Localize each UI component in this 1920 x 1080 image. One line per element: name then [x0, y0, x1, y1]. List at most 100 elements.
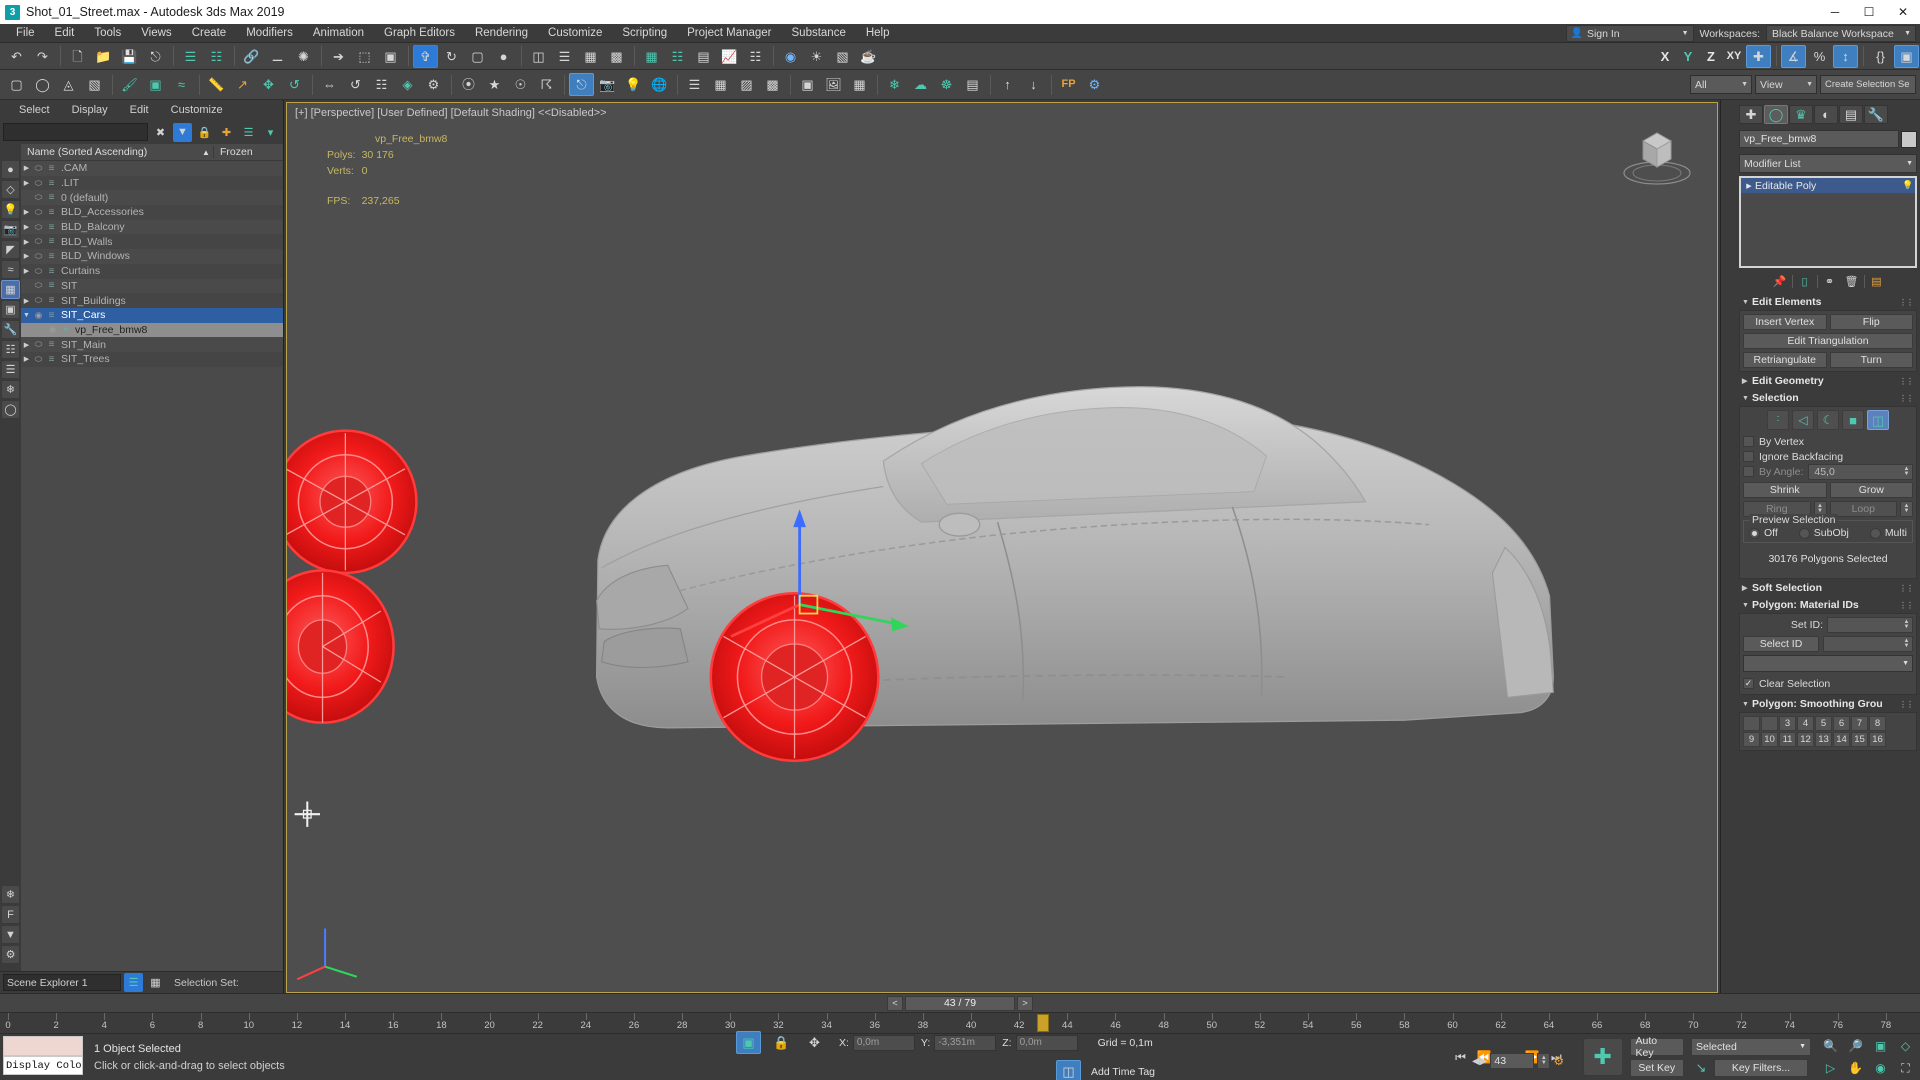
curve-editor-button[interactable]: 📈	[717, 45, 742, 68]
manage-layers-button[interactable]: ☷	[665, 45, 690, 68]
smoothing-group-cell[interactable]: 5	[1815, 716, 1832, 731]
se-menu-customize[interactable]: Customize	[160, 104, 234, 116]
filter-lights-icon[interactable]: 💡	[1, 200, 20, 219]
visibility-icon[interactable]: ⬭	[32, 295, 45, 306]
smoothing-group-cell[interactable]	[1761, 716, 1778, 731]
menu-modifiers[interactable]: Modifiers	[236, 24, 303, 43]
smoothing-group-cell[interactable]: 11	[1779, 732, 1796, 747]
layers-icon[interactable]: ☰	[239, 123, 258, 142]
list-view-button[interactable]: ☰	[682, 73, 707, 96]
reference-coordinate-combo[interactable]: View ▼	[1755, 75, 1817, 94]
modifier-stack-item[interactable]: ▶ Editable Poly 💡	[1741, 178, 1915, 193]
expand-triangle-icon[interactable]: ▶	[21, 355, 32, 363]
frame-step-icon[interactable]: ◀▶	[1472, 1056, 1487, 1067]
menu-views[interactable]: Views	[131, 24, 181, 43]
expand-triangle-icon[interactable]: ▶	[21, 341, 32, 349]
rollout-header-soft-selection[interactable]: ▶ Soft Selection ⋮⋮	[1739, 580, 1917, 596]
axis-constraint-x[interactable]: X	[1654, 45, 1676, 68]
visibility-icon[interactable]: ⬭	[32, 280, 45, 291]
modifier-stack[interactable]: ▶ Editable Poly 💡	[1739, 176, 1917, 268]
zoom-icon[interactable]: 🔍	[1820, 1037, 1841, 1056]
grid-view-button[interactable]: ▦	[708, 73, 733, 96]
insert-vertex-button[interactable]: Insert Vertex	[1743, 314, 1827, 330]
visibility-icon[interactable]: ⬭	[32, 354, 45, 365]
y-input[interactable]	[934, 1034, 997, 1051]
scene-explorer-row[interactable]: ▶ ⬭ ≡ SIT_Trees	[21, 351, 283, 367]
angle-snap-button[interactable]: ∡	[1781, 44, 1806, 68]
smoothing-group-cell[interactable]: 10	[1761, 732, 1778, 747]
smoothing-group-cell[interactable]: 8	[1869, 716, 1886, 731]
percent-snap-button[interactable]: %	[1807, 45, 1832, 68]
spinner-arrows-icon[interactable]: ▲ ▼	[1902, 502, 1911, 516]
rollout-header-smoothing-groups[interactable]: ▼ Polygon: Smoothing Grou ⋮⋮	[1739, 696, 1917, 712]
visibility-icon[interactable]: ⬭	[32, 178, 45, 189]
poly-tools-button[interactable]: ▣	[143, 73, 168, 96]
filter-shapes-icon[interactable]: ◇	[1, 180, 20, 199]
axis-constraint-xy[interactable]: XY	[1723, 45, 1745, 68]
frame-display[interactable]: 43 / 79	[905, 995, 1015, 1011]
quick-align-button[interactable]: ▦	[578, 45, 603, 68]
scene-explorer-row[interactable]: ▶ ⬭ ≡ SIT_Main	[21, 337, 283, 352]
select-object-mode-button[interactable]: ⎋	[569, 73, 594, 96]
smoothing-group-cell[interactable]: 3	[1779, 716, 1796, 731]
scene-explorer-row[interactable]: ▶ ⬭ ≡ BLD_Walls	[21, 234, 283, 250]
scene-explorer-row[interactable]: ▶ ⬭ ≡ BLD_Balcony	[21, 220, 283, 235]
preview-multi-radio[interactable]: Multi	[1869, 527, 1907, 539]
spinner-snap-button[interactable]: ↕	[1833, 44, 1858, 68]
render-setup-button[interactable]: ☀	[804, 45, 829, 68]
scene-explorer-row[interactable]: ▶ ⬭ ≡ BLD_Accessories	[21, 205, 283, 220]
environment-button[interactable]: 🌐	[647, 73, 672, 96]
camera-match-button[interactable]: 📷	[595, 73, 620, 96]
polygon-icon[interactable]: ■	[1842, 410, 1864, 430]
scene-explorer-row[interactable]: ▶ ⬭ ≡ SIT_Buildings	[21, 293, 283, 308]
rollout-header-edit-elements[interactable]: ▼ Edit Elements ⋮⋮	[1739, 294, 1917, 310]
close-button[interactable]: ✕	[1886, 0, 1920, 24]
preview-subobj-radio[interactable]: SubObj	[1798, 527, 1849, 539]
filter-icon[interactable]: ▼	[173, 122, 192, 142]
array-button[interactable]: ⇔	[317, 73, 342, 96]
scene-explorer-row[interactable]: ⬭ ≡ 0 (default)	[21, 190, 283, 205]
key-mode-toggle-icon[interactable]: ⚙	[1553, 1054, 1564, 1068]
pattern-button[interactable]: ▩	[760, 73, 785, 96]
spacing-button[interactable]: ☷	[369, 73, 394, 96]
orbit-button[interactable]: ↺	[282, 73, 307, 96]
menu-animation[interactable]: Animation	[303, 24, 374, 43]
lock-selection-icon[interactable]: 🔒	[769, 1031, 794, 1054]
select-object-arrow-button[interactable]: ➔	[326, 45, 351, 68]
explorer-options-icon[interactable]: ▦	[146, 973, 165, 992]
schematic-view-button[interactable]: ☷	[743, 45, 768, 68]
atmosphere-button[interactable]: ☸	[934, 73, 959, 96]
spiral-tool-button[interactable]: ☉	[508, 73, 533, 96]
rollout-header-edit-geometry[interactable]: ▶ Edit Geometry ⋮⋮	[1739, 373, 1917, 389]
smoothing-group-row-1[interactable]: 345678	[1743, 716, 1913, 731]
maximize-viewport-icon[interactable]: ⛶	[1895, 1059, 1916, 1078]
scene-explorer-row[interactable]: ▶ ⬭ ≡ BLD_Windows	[21, 249, 283, 264]
create-sphere-button[interactable]: ◯	[30, 73, 55, 96]
flip-button[interactable]: Flip	[1829, 314, 1913, 330]
clone-button[interactable]: ◈	[395, 73, 420, 96]
visibility-icon[interactable]: ◉	[32, 310, 45, 321]
pin-stack-icon[interactable]: 📌	[1770, 272, 1790, 290]
edge-icon[interactable]: ◁	[1792, 410, 1814, 430]
scene-explorer-button[interactable]: ☷	[204, 45, 229, 68]
viewport-3d-scene[interactable]	[287, 103, 1717, 992]
snap-toggle-button[interactable]: ✚	[1746, 44, 1771, 68]
select-region-button[interactable]: ⬚	[352, 45, 377, 68]
by-angle-spinner[interactable]: 45,0 ▲ ▼	[1808, 463, 1913, 480]
field-of-view-icon[interactable]: ▷	[1820, 1059, 1841, 1078]
filter-spacewarps-icon[interactable]: ≈	[1, 260, 20, 279]
set-keys-button[interactable]: ✚	[1582, 1038, 1623, 1076]
select-and-link-button[interactable]: 🔗	[239, 45, 264, 68]
ignore-backfacing-checkbox[interactable]: Ignore Backfacing	[1743, 449, 1913, 464]
menu-create[interactable]: Create	[182, 24, 237, 43]
layer-list-icon[interactable]: ☰	[124, 973, 143, 992]
zoom-extents-icon[interactable]: ▣	[1870, 1037, 1891, 1056]
object-color-swatch[interactable]	[1901, 130, 1917, 148]
set-id-spinner[interactable]: ▲ ▼	[1827, 617, 1913, 633]
column-frozen[interactable]: Frozen	[213, 146, 283, 158]
menu-scripting[interactable]: Scripting	[612, 24, 677, 43]
expand-triangle-icon[interactable]: ▶	[21, 179, 32, 187]
smoothing-group-cell[interactable]: 7	[1851, 716, 1868, 731]
spacing-tool-button[interactable]: ▩	[604, 45, 629, 68]
minimize-button[interactable]: ─	[1818, 0, 1852, 24]
